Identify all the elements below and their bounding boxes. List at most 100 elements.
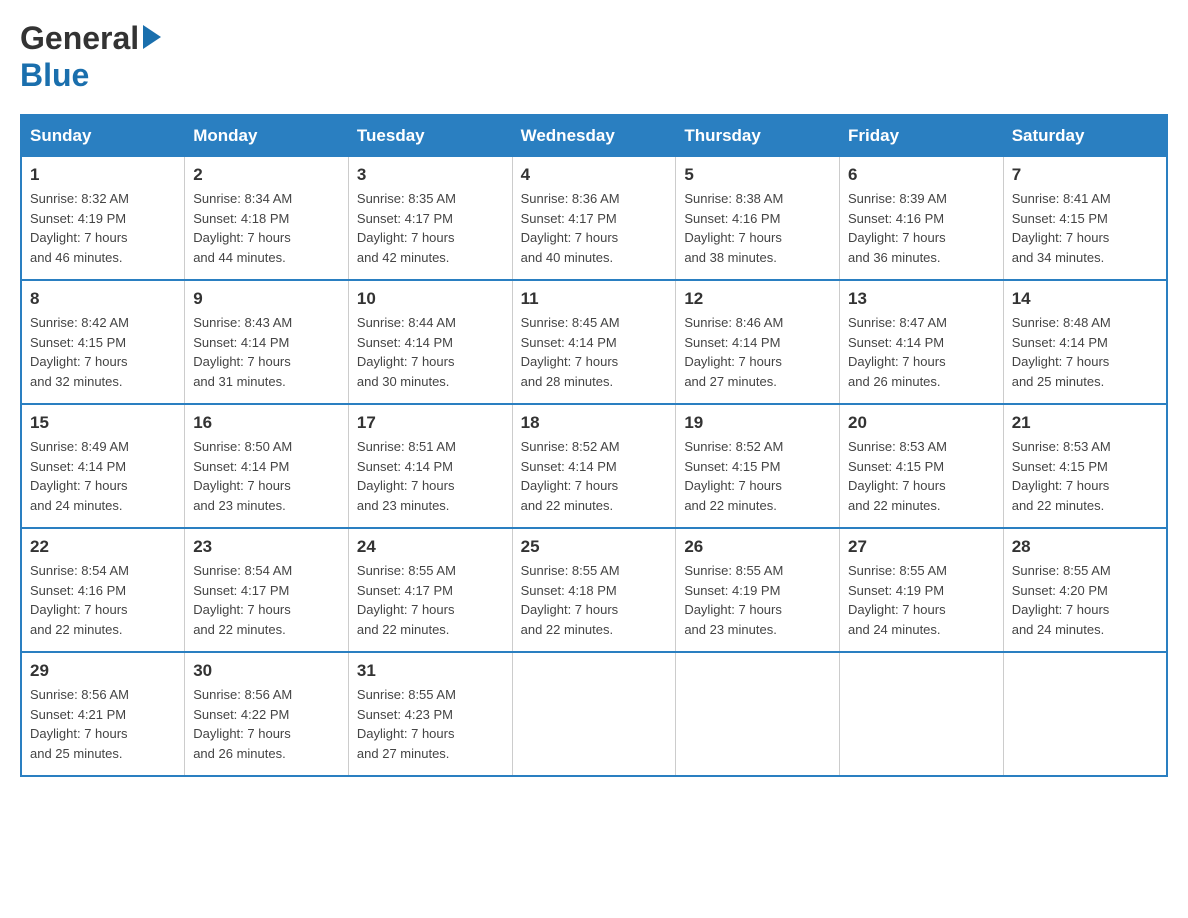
day-info: Sunrise: 8:35 AMSunset: 4:17 PMDaylight:… — [357, 189, 504, 267]
day-number: 22 — [30, 537, 176, 557]
day-info: Sunrise: 8:45 AMSunset: 4:14 PMDaylight:… — [521, 313, 668, 391]
day-info: Sunrise: 8:52 AMSunset: 4:15 PMDaylight:… — [684, 437, 831, 515]
day-info: Sunrise: 8:39 AMSunset: 4:16 PMDaylight:… — [848, 189, 995, 267]
logo-arrow-icon — [143, 25, 161, 49]
day-info: Sunrise: 8:55 AMSunset: 4:20 PMDaylight:… — [1012, 561, 1158, 639]
day-info: Sunrise: 8:55 AMSunset: 4:23 PMDaylight:… — [357, 685, 504, 763]
day-info: Sunrise: 8:55 AMSunset: 4:19 PMDaylight:… — [684, 561, 831, 639]
day-number: 29 — [30, 661, 176, 681]
calendar-cell: 12 Sunrise: 8:46 AMSunset: 4:14 PMDayligh… — [676, 280, 840, 404]
calendar-cell: 20 Sunrise: 8:53 AMSunset: 4:15 PMDayligh… — [840, 404, 1004, 528]
day-info: Sunrise: 8:53 AMSunset: 4:15 PMDaylight:… — [848, 437, 995, 515]
day-info: Sunrise: 8:48 AMSunset: 4:14 PMDaylight:… — [1012, 313, 1158, 391]
day-info: Sunrise: 8:54 AMSunset: 4:16 PMDaylight:… — [30, 561, 176, 639]
day-number: 5 — [684, 165, 831, 185]
day-info: Sunrise: 8:46 AMSunset: 4:14 PMDaylight:… — [684, 313, 831, 391]
logo-general-text: General — [20, 20, 139, 57]
calendar-cell: 15 Sunrise: 8:49 AMSunset: 4:14 PMDayligh… — [21, 404, 185, 528]
calendar-cell — [512, 652, 676, 776]
day-number: 21 — [1012, 413, 1158, 433]
day-info: Sunrise: 8:47 AMSunset: 4:14 PMDaylight:… — [848, 313, 995, 391]
day-info: Sunrise: 8:38 AMSunset: 4:16 PMDaylight:… — [684, 189, 831, 267]
day-info: Sunrise: 8:56 AMSunset: 4:21 PMDaylight:… — [30, 685, 176, 763]
calendar-cell: 7Sunrise: 8:41 AMSunset: 4:15 PMDaylight… — [1003, 157, 1167, 281]
column-header-friday: Friday — [840, 115, 1004, 157]
day-number: 18 — [521, 413, 668, 433]
calendar-table: SundayMondayTuesdayWednesdayThursdayFrid… — [20, 114, 1168, 777]
day-info: Sunrise: 8:52 AMSunset: 4:14 PMDaylight:… — [521, 437, 668, 515]
day-info: Sunrise: 8:49 AMSunset: 4:14 PMDaylight:… — [30, 437, 176, 515]
day-number: 27 — [848, 537, 995, 557]
day-number: 20 — [848, 413, 995, 433]
calendar-cell: 1Sunrise: 8:32 AMSunset: 4:19 PMDaylight… — [21, 157, 185, 281]
day-number: 4 — [521, 165, 668, 185]
calendar-cell — [1003, 652, 1167, 776]
calendar-cell: 14 Sunrise: 8:48 AMSunset: 4:14 PMDayligh… — [1003, 280, 1167, 404]
calendar-cell: 3 Sunrise: 8:35 AMSunset: 4:17 PMDaylight… — [348, 157, 512, 281]
calendar-week-row: 29 Sunrise: 8:56 AMSunset: 4:21 PMDayligh… — [21, 652, 1167, 776]
day-info: Sunrise: 8:55 AMSunset: 4:19 PMDaylight:… — [848, 561, 995, 639]
day-info: Sunrise: 8:51 AMSunset: 4:14 PMDaylight:… — [357, 437, 504, 515]
day-info: Sunrise: 8:55 AMSunset: 4:17 PMDaylight:… — [357, 561, 504, 639]
day-number: 15 — [30, 413, 176, 433]
calendar-cell: 30Sunrise: 8:56 AMSunset: 4:22 PMDayligh… — [185, 652, 349, 776]
day-number: 2 — [193, 165, 340, 185]
day-info: Sunrise: 8:44 AMSunset: 4:14 PMDaylight:… — [357, 313, 504, 391]
day-number: 25 — [521, 537, 668, 557]
day-number: 14 — [1012, 289, 1158, 309]
calendar-cell: 16 Sunrise: 8:50 AMSunset: 4:14 PMDayligh… — [185, 404, 349, 528]
day-number: 23 — [193, 537, 340, 557]
day-info: Sunrise: 8:36 AMSunset: 4:17 PMDaylight:… — [521, 189, 668, 267]
calendar-week-row: 1Sunrise: 8:32 AMSunset: 4:19 PMDaylight… — [21, 157, 1167, 281]
day-info: Sunrise: 8:41 AMSunset: 4:15 PMDaylight:… — [1012, 189, 1158, 267]
day-info: Sunrise: 8:53 AMSunset: 4:15 PMDaylight:… — [1012, 437, 1158, 515]
calendar-cell — [676, 652, 840, 776]
page-header: General Blue — [20, 20, 1168, 94]
column-header-saturday: Saturday — [1003, 115, 1167, 157]
day-number: 13 — [848, 289, 995, 309]
calendar-cell: 10 Sunrise: 8:44 AMSunset: 4:14 PMDayligh… — [348, 280, 512, 404]
calendar-cell: 2 Sunrise: 8:34 AMSunset: 4:18 PMDaylight… — [185, 157, 349, 281]
calendar-cell: 9Sunrise: 8:43 AMSunset: 4:14 PMDaylight… — [185, 280, 349, 404]
calendar-week-row: 8Sunrise: 8:42 AMSunset: 4:15 PMDaylight… — [21, 280, 1167, 404]
day-info: Sunrise: 8:34 AMSunset: 4:18 PMDaylight:… — [193, 189, 340, 267]
calendar-cell: 21 Sunrise: 8:53 AMSunset: 4:15 PMDayligh… — [1003, 404, 1167, 528]
calendar-cell: 18 Sunrise: 8:52 AMSunset: 4:14 PMDayligh… — [512, 404, 676, 528]
calendar-cell: 5 Sunrise: 8:38 AMSunset: 4:16 PMDaylight… — [676, 157, 840, 281]
calendar-cell: 22 Sunrise: 8:54 AMSunset: 4:16 PMDayligh… — [21, 528, 185, 652]
calendar-body: 1Sunrise: 8:32 AMSunset: 4:19 PMDaylight… — [21, 157, 1167, 777]
day-info: Sunrise: 8:50 AMSunset: 4:14 PMDaylight:… — [193, 437, 340, 515]
day-number: 10 — [357, 289, 504, 309]
calendar-cell: 17Sunrise: 8:51 AMSunset: 4:14 PMDayligh… — [348, 404, 512, 528]
day-number: 26 — [684, 537, 831, 557]
day-info: Sunrise: 8:55 AMSunset: 4:18 PMDaylight:… — [521, 561, 668, 639]
calendar-cell: 29 Sunrise: 8:56 AMSunset: 4:21 PMDayligh… — [21, 652, 185, 776]
calendar-cell: 19 Sunrise: 8:52 AMSunset: 4:15 PMDayligh… — [676, 404, 840, 528]
day-info: Sunrise: 8:56 AMSunset: 4:22 PMDaylight:… — [193, 685, 340, 763]
day-number: 9 — [193, 289, 340, 309]
calendar-cell: 26 Sunrise: 8:55 AMSunset: 4:19 PMDayligh… — [676, 528, 840, 652]
calendar-cell: 11Sunrise: 8:45 AMSunset: 4:14 PMDayligh… — [512, 280, 676, 404]
day-number: 6 — [848, 165, 995, 185]
day-number: 28 — [1012, 537, 1158, 557]
logo-blue-text: Blue — [20, 57, 89, 93]
column-header-monday: Monday — [185, 115, 349, 157]
calendar-cell: 6 Sunrise: 8:39 AMSunset: 4:16 PMDaylight… — [840, 157, 1004, 281]
day-number: 31 — [357, 661, 504, 681]
day-number: 1 — [30, 165, 176, 185]
day-number: 19 — [684, 413, 831, 433]
day-number: 16 — [193, 413, 340, 433]
day-info: Sunrise: 8:42 AMSunset: 4:15 PMDaylight:… — [30, 313, 176, 391]
logo: General Blue — [20, 20, 161, 94]
day-number: 12 — [684, 289, 831, 309]
day-number: 3 — [357, 165, 504, 185]
column-header-sunday: Sunday — [21, 115, 185, 157]
calendar-cell: 25 Sunrise: 8:55 AMSunset: 4:18 PMDayligh… — [512, 528, 676, 652]
day-number: 24 — [357, 537, 504, 557]
day-info: Sunrise: 8:54 AMSunset: 4:17 PMDaylight:… — [193, 561, 340, 639]
calendar-cell: 13 Sunrise: 8:47 AMSunset: 4:14 PMDayligh… — [840, 280, 1004, 404]
calendar-week-row: 22 Sunrise: 8:54 AMSunset: 4:16 PMDayligh… — [21, 528, 1167, 652]
calendar-cell: 31 Sunrise: 8:55 AMSunset: 4:23 PMDayligh… — [348, 652, 512, 776]
column-header-tuesday: Tuesday — [348, 115, 512, 157]
calendar-cell: 4 Sunrise: 8:36 AMSunset: 4:17 PMDaylight… — [512, 157, 676, 281]
